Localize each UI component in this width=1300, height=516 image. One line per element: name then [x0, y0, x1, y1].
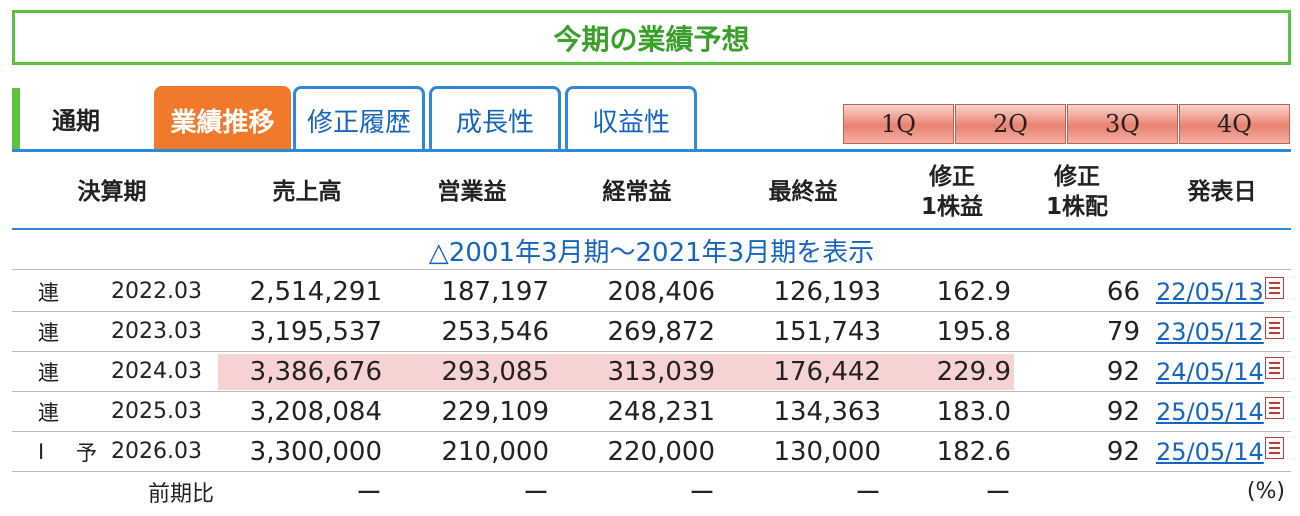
row-date-cell: 22/05/13 [1156, 272, 1284, 311]
show-older-periods-link[interactable]: △2001年3月期～2021年3月期を表示 [12, 232, 1291, 270]
row-operating: 210,000 [441, 436, 549, 467]
yoy-sales: ー [355, 479, 382, 509]
row-operating: 229,109 [441, 396, 549, 427]
row-sales: 3,300,000 [249, 436, 382, 467]
tab-baseline [12, 149, 1291, 152]
pdf-icon[interactable] [1264, 316, 1284, 339]
row-date-cell: 23/05/12 [1156, 312, 1284, 351]
row-eps: 229.9 [936, 356, 1011, 387]
header-eps: 修正 1株益 [902, 155, 1002, 228]
header-eps-line2: 1株益 [920, 193, 983, 220]
row-period: 2023.03 [111, 319, 202, 344]
announcement-date-link[interactable]: 25/05/14 [1156, 398, 1264, 426]
row-dps: 92 [1106, 356, 1140, 387]
header-dps: 修正 1株配 [1027, 155, 1127, 228]
yoy-label: 前期比 [147, 481, 214, 507]
row-ordinary: 208,406 [607, 276, 715, 307]
announcement-date-link[interactable]: 23/05/12 [1156, 318, 1264, 346]
yoy-eps: ー [984, 479, 1011, 509]
table-row: I 予 2026.03 3,300,000 210,000 220,000 13… [12, 432, 1291, 472]
quarter-4q-button[interactable]: 4Q [1179, 104, 1290, 144]
tab-bar: 通期 業績推移 修正履歴 成長性 収益性 1Q 2Q 3Q 4Q [12, 86, 1291, 152]
pdf-icon[interactable] [1264, 276, 1284, 299]
quarter-2q-button[interactable]: 2Q [955, 104, 1066, 144]
row-type: 連 [38, 360, 59, 385]
row-period: 2024.03 [111, 359, 202, 384]
row-eps: 182.6 [936, 436, 1011, 467]
row-type: 連 [38, 400, 59, 425]
header-sales: 売上高 [272, 178, 342, 205]
yoy-ordinary: ー [688, 479, 715, 509]
yoy-net: ー [854, 479, 881, 509]
header-operating: 営業益 [437, 178, 507, 205]
row-net: 126,193 [773, 276, 881, 307]
row-operating: 187,197 [441, 276, 549, 307]
row-date-cell: 25/05/14 [1156, 432, 1284, 471]
row-period: 2022.03 [111, 279, 202, 304]
row-type: 連 [38, 320, 59, 345]
row-ordinary: 248,231 [607, 396, 715, 427]
period-label: 通期 [12, 88, 152, 149]
row-sales: 3,208,084 [249, 396, 382, 427]
yoy-row: 前期比 ー ー ー ー ー (%) [12, 472, 1291, 514]
row-dps: 92 [1106, 396, 1140, 427]
header-net: 最終益 [768, 178, 838, 205]
row-period: 2026.03 [111, 439, 202, 464]
pdf-icon[interactable] [1264, 356, 1284, 379]
announcement-date-link[interactable]: 24/05/14 [1156, 358, 1264, 386]
row-eps: 195.8 [936, 316, 1011, 347]
tab-profitability[interactable]: 収益性 [565, 86, 697, 152]
row-dps: 66 [1106, 276, 1140, 307]
header-date: 発表日 [1187, 178, 1257, 205]
table-row: 連 2022.03 2,514,291 187,197 208,406 126,… [12, 272, 1291, 312]
header-ordinary: 経常益 [602, 178, 672, 205]
row-dps: 79 [1106, 316, 1140, 347]
row-type: 連 [38, 280, 59, 305]
table-row: 連 2023.03 3,195,537 253,546 269,872 151,… [12, 312, 1291, 352]
announcement-date-link[interactable]: 22/05/13 [1156, 278, 1264, 306]
row-eps: 183.0 [936, 396, 1011, 427]
announcement-date-link[interactable]: 25/05/14 [1156, 438, 1264, 466]
pdf-icon[interactable] [1264, 436, 1284, 459]
row-date-cell: 24/05/14 [1156, 352, 1284, 391]
row-net: 130,000 [773, 436, 881, 467]
yoy-operating: ー [522, 479, 549, 509]
tab-growth[interactable]: 成長性 [429, 86, 561, 152]
row-flag: 予 [76, 440, 97, 465]
quarter-3q-button[interactable]: 3Q [1067, 104, 1178, 144]
row-ordinary: 269,872 [607, 316, 715, 347]
tab-revision-history[interactable]: 修正履歴 [293, 86, 425, 152]
row-sales: 3,386,676 [249, 356, 382, 387]
header-period: 決算期 [77, 178, 147, 205]
header-eps-line1: 修正 [929, 163, 975, 190]
table-row: 連 2025.03 3,208,084 229,109 248,231 134,… [12, 392, 1291, 432]
quarter-1q-button[interactable]: 1Q [843, 104, 954, 144]
tab-performance[interactable]: 業績推移 [154, 86, 291, 152]
row-sales: 2,514,291 [249, 276, 382, 307]
header-dps-line1: 修正 [1054, 163, 1100, 190]
row-net: 134,363 [773, 396, 881, 427]
row-date-cell: 25/05/14 [1156, 392, 1284, 431]
table-header: 決算期 売上高 営業益 経常益 最終益 修正 1株益 修正 1株配 発表日 [12, 155, 1291, 230]
row-period: 2025.03 [111, 399, 202, 424]
row-ordinary: 220,000 [607, 436, 715, 467]
yoy-unit: (%) [1246, 479, 1285, 504]
row-net: 151,743 [773, 316, 881, 347]
table-row: 連 2024.03 3,386,676 293,085 313,039 176,… [12, 352, 1291, 392]
row-net: 176,442 [773, 356, 881, 387]
row-operating: 293,085 [441, 356, 549, 387]
row-ordinary: 313,039 [607, 356, 715, 387]
row-sales: 3,195,537 [249, 316, 382, 347]
row-dps: 92 [1106, 436, 1140, 467]
row-eps: 162.9 [936, 276, 1011, 307]
row-type: I [38, 439, 45, 464]
pdf-icon[interactable] [1264, 396, 1284, 419]
header-dps-line2: 1株配 [1045, 193, 1108, 220]
page-title: 今期の業績予想 [12, 10, 1291, 65]
row-operating: 253,546 [441, 316, 549, 347]
